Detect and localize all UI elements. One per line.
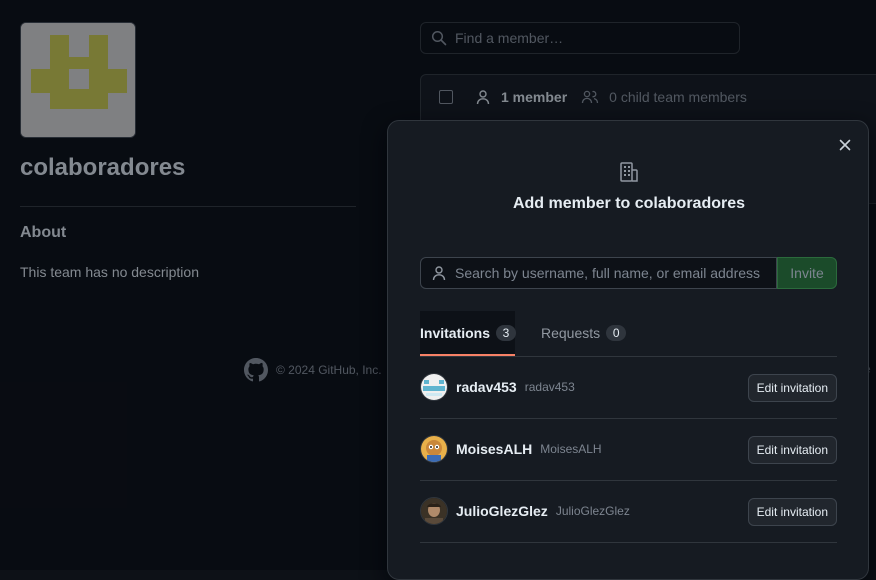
invitee-login: MoisesALH: [540, 442, 602, 456]
avatar[interactable]: [420, 497, 448, 525]
tab-invitations-label: Invitations: [420, 324, 491, 341]
invitee-login: JulioGlezGlez: [555, 504, 630, 518]
close-icon[interactable]: [837, 137, 853, 153]
organization-icon: [620, 162, 638, 182]
invitation-tabs: Invitations 3 Requests 0: [420, 311, 837, 357]
edit-invitation-button[interactable]: Edit invitation: [747, 374, 837, 402]
tab-requests-label: Requests: [541, 325, 601, 341]
avatar[interactable]: [420, 435, 448, 463]
avatar[interactable]: [420, 373, 448, 401]
invitation-row: JulioGlezGlez JulioGlezGlez Edit invitat…: [420, 480, 837, 543]
edit-invitation-button[interactable]: Edit invitation: [747, 436, 837, 464]
dialog-title: Add member to colaboradores: [512, 195, 746, 212]
invitation-row: radav453 radav453 Edit invitation: [420, 356, 837, 419]
tab-invitations[interactable]: Invitations 3: [420, 311, 517, 356]
invitee-login: radav453: [524, 380, 575, 394]
invitee-name[interactable]: radav453: [456, 379, 517, 395]
tab-requests-count: 0: [606, 325, 627, 341]
user-search-field[interactable]: [420, 257, 777, 289]
tab-requests[interactable]: Requests 0: [541, 311, 627, 355]
invitee-name[interactable]: MoisesALH: [456, 441, 532, 457]
invitation-row: MoisesALH MoisesALH Edit invitation: [420, 418, 837, 481]
tab-invitations-count: 3: [496, 324, 517, 341]
invitee-name[interactable]: JulioGlezGlez: [456, 503, 548, 519]
add-member-dialog: Add member to colaboradores Invite Invit…: [387, 120, 869, 580]
person-icon: [432, 266, 446, 281]
invite-button[interactable]: Invite: [777, 257, 837, 289]
edit-invitation-button[interactable]: Edit invitation: [747, 498, 837, 526]
user-search-input[interactable]: [455, 265, 775, 281]
